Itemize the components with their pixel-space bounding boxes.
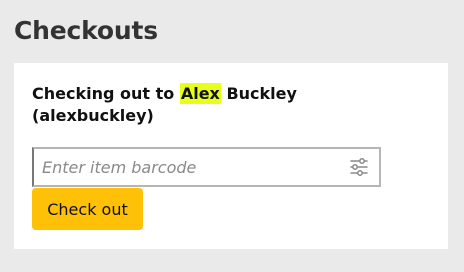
checkout-patron-heading: Checking out to Alex Buckley (alexbuckle… xyxy=(32,83,332,127)
checkout-panel: Checking out to Alex Buckley (alexbuckle… xyxy=(14,63,448,249)
page-title: Checkouts xyxy=(14,16,158,45)
patron-last-name: Buckley xyxy=(220,84,297,103)
heading-prefix: Checking out to xyxy=(32,84,180,103)
patron-first-name-highlight: Alex xyxy=(179,83,221,104)
barcode-input[interactable] xyxy=(42,149,342,185)
barcode-field-wrapper xyxy=(32,147,381,187)
check-out-button[interactable]: Check out xyxy=(32,188,143,230)
sliders-icon[interactable] xyxy=(349,157,369,177)
patron-username: (alexbuckley) xyxy=(32,106,154,125)
